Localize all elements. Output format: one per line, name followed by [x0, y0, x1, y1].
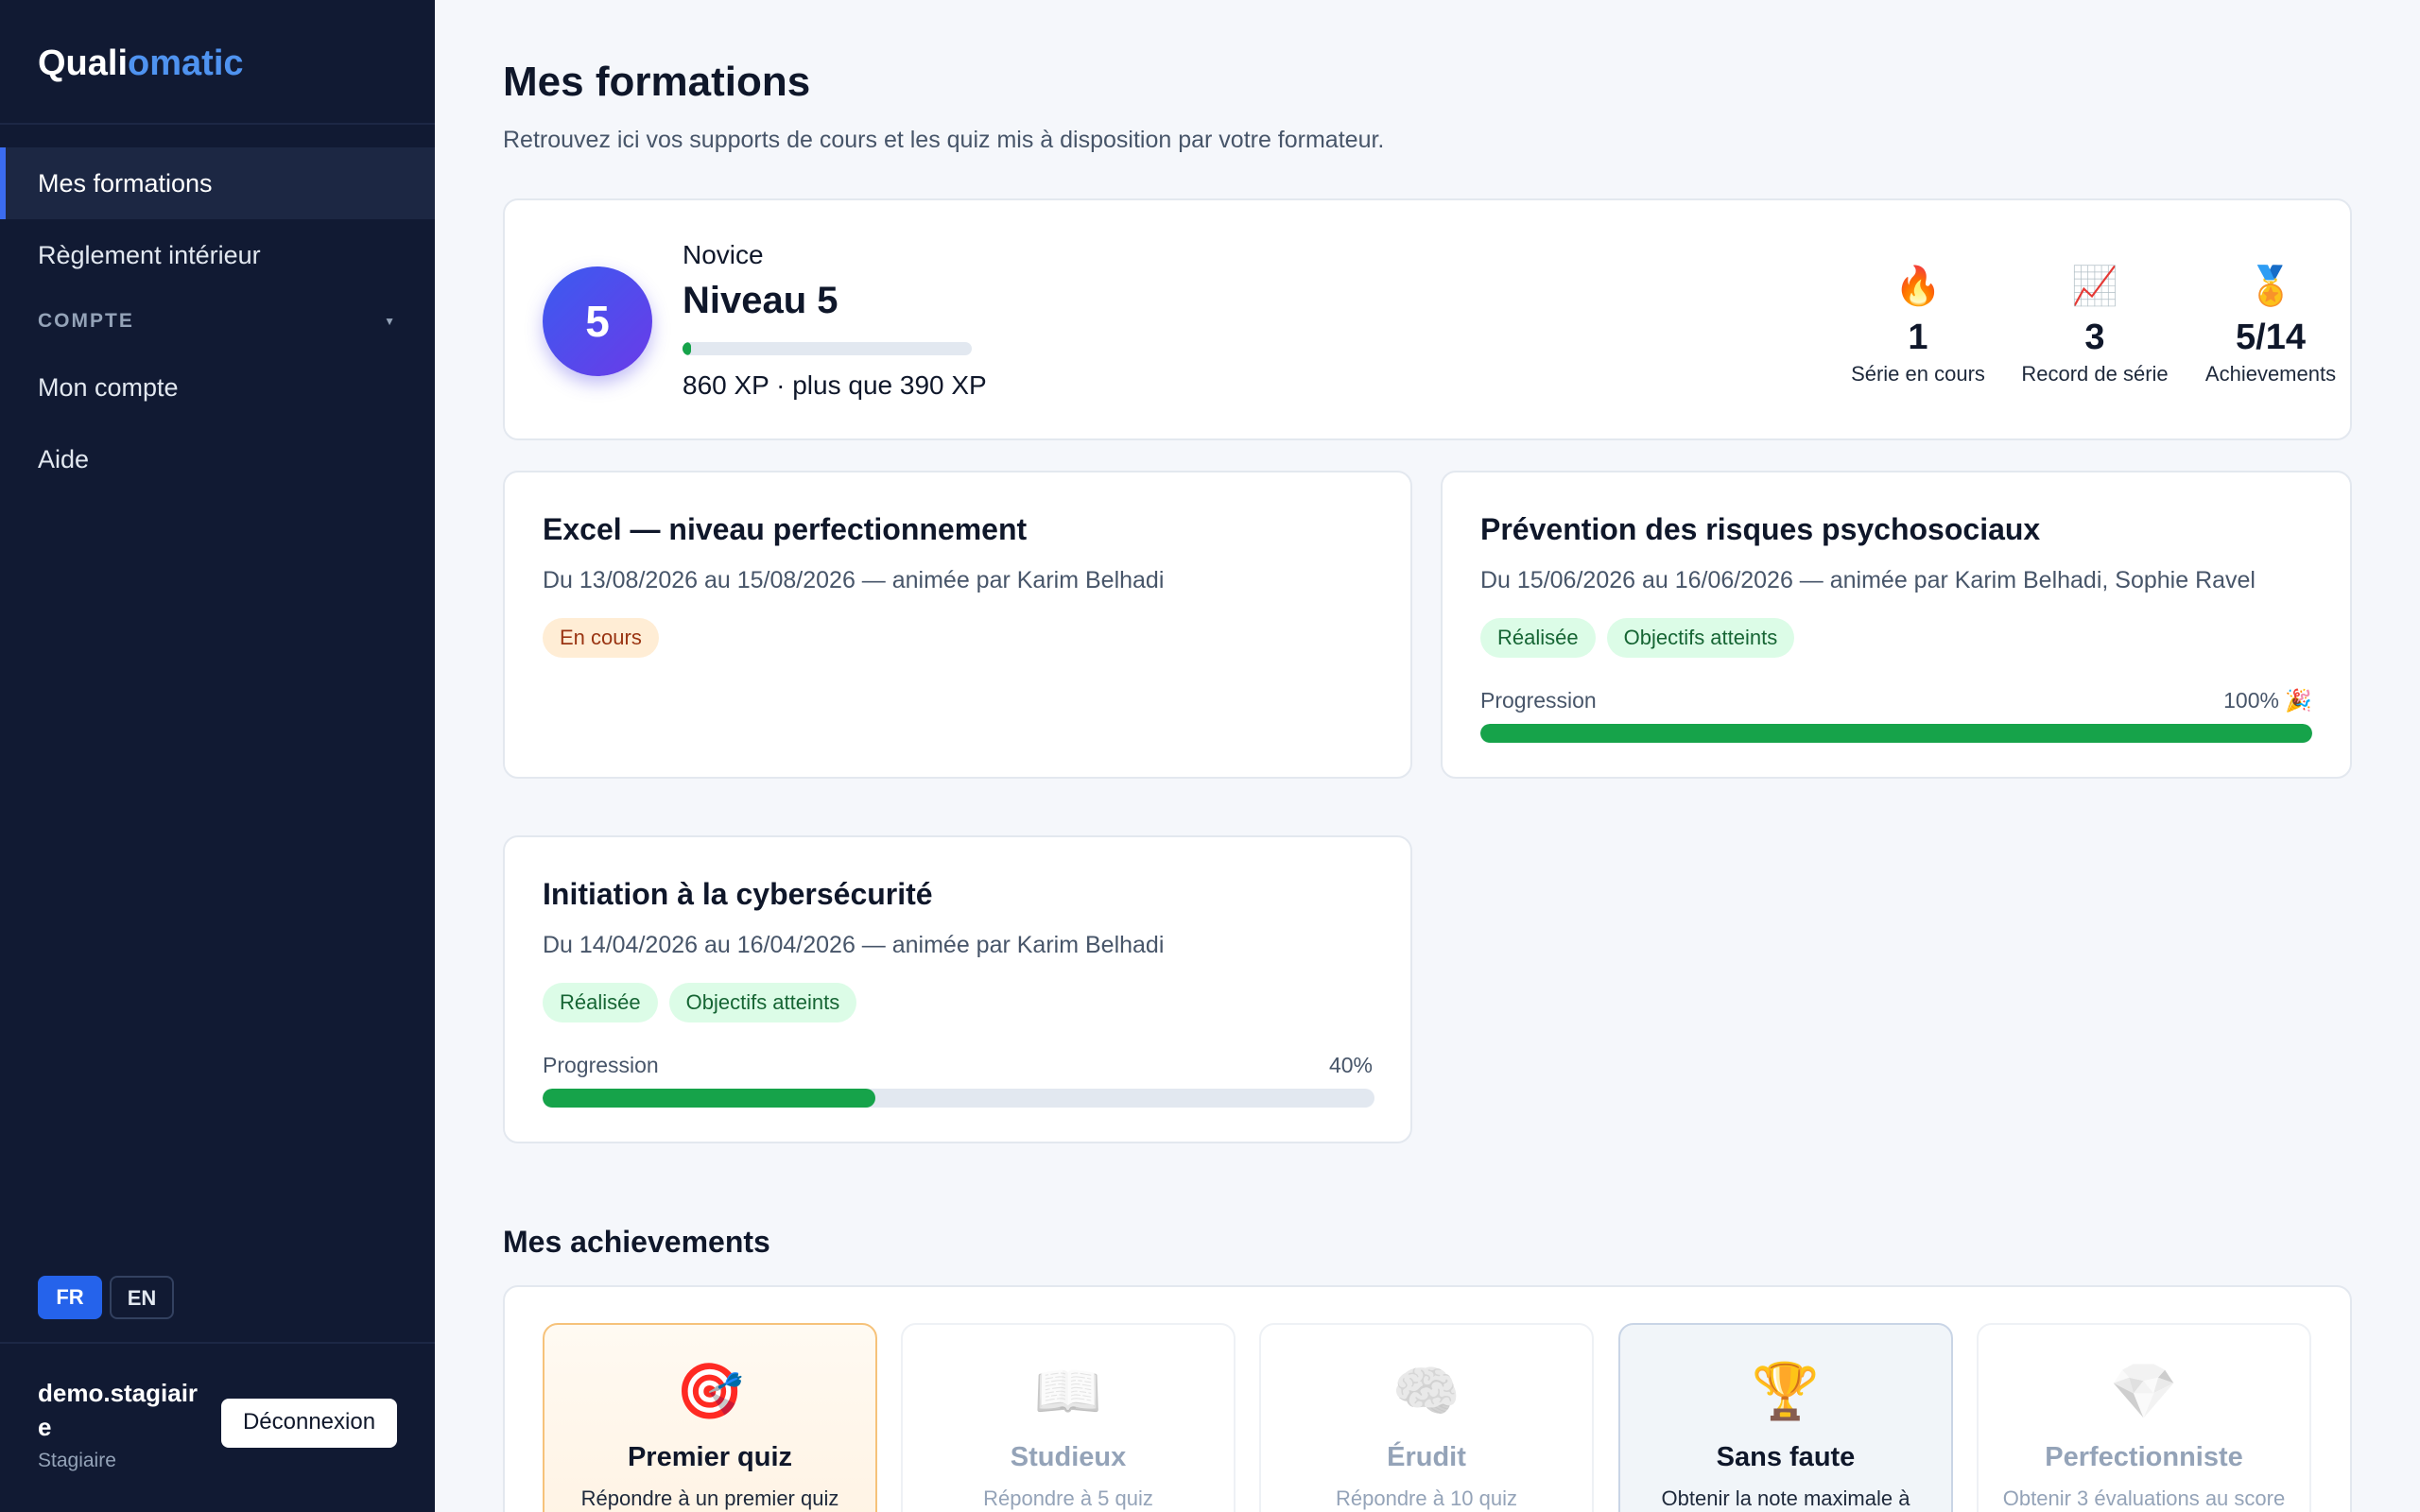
stat-label: Record de série	[2021, 362, 2169, 386]
chart-up-icon: 📈	[2071, 266, 2118, 307]
logout-button[interactable]: Déconnexion	[221, 1399, 397, 1448]
course-badges: En cours	[543, 618, 659, 658]
trophy-icon: 🏆	[1751, 1361, 1821, 1422]
stat-best-streak: 📈 3 Record de série	[2014, 263, 2175, 387]
course-dates: Du 13/08/2026 au 15/08/2026 — animée par…	[543, 567, 1165, 593]
stat-achievements: 🏅 5/14 Achievements	[2190, 263, 2351, 387]
stat-label: Série en cours	[1851, 362, 1985, 386]
user-name: demo.stagiaire	[38, 1379, 199, 1441]
lang-en-button[interactable]: EN	[110, 1276, 174, 1319]
sidebar-section-label: COMPTE	[38, 310, 134, 332]
course-card[interactable]: Initiation à la cybersécurité Du 14/04/2…	[503, 835, 1412, 1143]
progress-bar	[543, 1089, 1374, 1108]
achievement-card-studieux[interactable]: 📖 Studieux Répondre à 5 quiz	[901, 1323, 1236, 1512]
achievement-desc: Obtenir 3 évaluations au score	[2002, 1486, 2286, 1510]
language-switcher: FR EN	[38, 1276, 174, 1319]
level-title: Niveau 5	[683, 280, 838, 321]
achievement-card-sans-faute[interactable]: 🏆 Sans faute Obtenir la note maximale à	[1618, 1323, 1953, 1512]
brand-logo[interactable]: Qualiomatic	[0, 0, 435, 125]
course-badges: Réalisée Objectifs atteints	[1480, 618, 1795, 658]
status-badge: En cours	[543, 618, 659, 658]
achievement-name: Érudit	[1387, 1442, 1466, 1472]
progress-value: 100% 🎉	[2223, 688, 2312, 713]
stat-value: 3	[2084, 318, 2105, 357]
sidebar-item-reglement-interieur[interactable]: Règlement intérieur	[0, 219, 435, 291]
caret-down-icon: ▼	[384, 315, 397, 328]
achievement-card-perfectionniste[interactable]: 💎 Perfectionniste Obtenir 3 évaluations …	[1977, 1323, 2311, 1512]
course-card[interactable]: Prévention des risques psychosociaux Du …	[1441, 471, 2352, 779]
course-card[interactable]: Excel — niveau perfectionnement Du 13/08…	[503, 471, 1412, 779]
progress-value: 40%	[1328, 1053, 1373, 1077]
achievement-card-erudit[interactable]: 🧠 Érudit Répondre à 10 quiz	[1259, 1323, 1594, 1512]
achievement-desc: Obtenir la note maximale à	[1661, 1486, 1910, 1510]
achievement-desc: Répondre à un premier quiz	[580, 1486, 839, 1510]
stat-value: 5/14	[2236, 318, 2306, 357]
stat-current-streak: 🔥 1 Série en cours	[1838, 263, 1998, 387]
sidebar-section-compte[interactable]: COMPTE ▼	[0, 291, 435, 352]
sidebar: Qualiomatic Mes formations Règlement int…	[0, 0, 435, 1512]
sidebar-item-mes-formations[interactable]: Mes formations	[0, 147, 435, 219]
user-block: demo.stagiaire Stagiaire Déconnexion	[0, 1342, 435, 1512]
sidebar-item-aide[interactable]: Aide	[0, 423, 435, 495]
book-icon: 📖	[1033, 1361, 1103, 1422]
progress-fill	[1480, 724, 2312, 743]
xp-progress-bar	[683, 342, 972, 355]
fire-icon: 🔥	[1894, 266, 1942, 307]
page-subtitle: Retrouvez ici vos supports de cours et l…	[503, 127, 1385, 153]
achievement-name: Sans faute	[1716, 1442, 1856, 1472]
status-badge: Réalisée	[543, 983, 658, 1022]
progress-fill	[543, 1089, 875, 1108]
achievements-title: Mes achievements	[503, 1225, 770, 1259]
objectives-badge: Objectifs atteints	[668, 983, 857, 1022]
sidebar-item-mon-compte[interactable]: Mon compte	[0, 352, 435, 423]
course-title: Prévention des risques psychosociaux	[1480, 512, 2041, 546]
user-role: Stagiaire	[38, 1450, 116, 1471]
course-dates: Du 15/06/2026 au 16/06/2026 — animée par…	[1480, 567, 2256, 593]
progress-label: Progression	[1480, 688, 1597, 713]
course-dates: Du 14/04/2026 au 16/04/2026 — animée par…	[543, 932, 1165, 958]
page-title: Mes formations	[503, 59, 811, 105]
xp-progress-fill	[683, 342, 692, 355]
brand-name-part-1: Quali	[38, 43, 129, 83]
sidebar-nav: Mes formations Règlement intérieur COMPT…	[0, 125, 435, 495]
achievement-name: Studieux	[1010, 1442, 1127, 1472]
achievements-panel: 🎯 Premier quiz Répondre à un premier qui…	[503, 1285, 2352, 1512]
stat-value: 1	[1908, 318, 1928, 357]
xp-text: 860 XP · plus que 390 XP	[683, 370, 987, 400]
achievement-name: Perfectionniste	[2045, 1442, 2243, 1472]
brand-name-part-2: omatic	[128, 43, 244, 83]
brain-icon: 🧠	[1392, 1361, 1461, 1422]
stat-label: Achievements	[2204, 362, 2337, 386]
progress-bar	[1480, 724, 2312, 743]
course-title: Initiation à la cybersécurité	[543, 877, 933, 911]
status-badge: Réalisée	[1480, 618, 1596, 658]
achievement-name: Premier quiz	[627, 1442, 793, 1472]
progress-label: Progression	[543, 1053, 659, 1077]
course-title: Excel — niveau perfectionnement	[543, 512, 1028, 546]
lang-fr-button[interactable]: FR	[38, 1276, 102, 1319]
level-badge: 5	[543, 266, 652, 376]
course-badges: Réalisée Objectifs atteints	[543, 983, 857, 1022]
achievement-card-premier-quiz[interactable]: 🎯 Premier quiz Répondre à un premier qui…	[543, 1323, 877, 1512]
target-icon: 🎯	[675, 1361, 745, 1422]
achievement-desc: Répondre à 5 quiz	[983, 1486, 1153, 1510]
achievement-desc: Répondre à 10 quiz	[1335, 1486, 1518, 1510]
level-rank: Novice	[683, 240, 764, 269]
medal-icon: 🏅	[2247, 266, 2294, 307]
gem-icon: 💎	[2109, 1361, 2179, 1422]
objectives-badge: Objectifs atteints	[1606, 618, 1795, 658]
level-card: 5 Novice Niveau 5 860 XP · plus que 390 …	[503, 198, 2352, 440]
